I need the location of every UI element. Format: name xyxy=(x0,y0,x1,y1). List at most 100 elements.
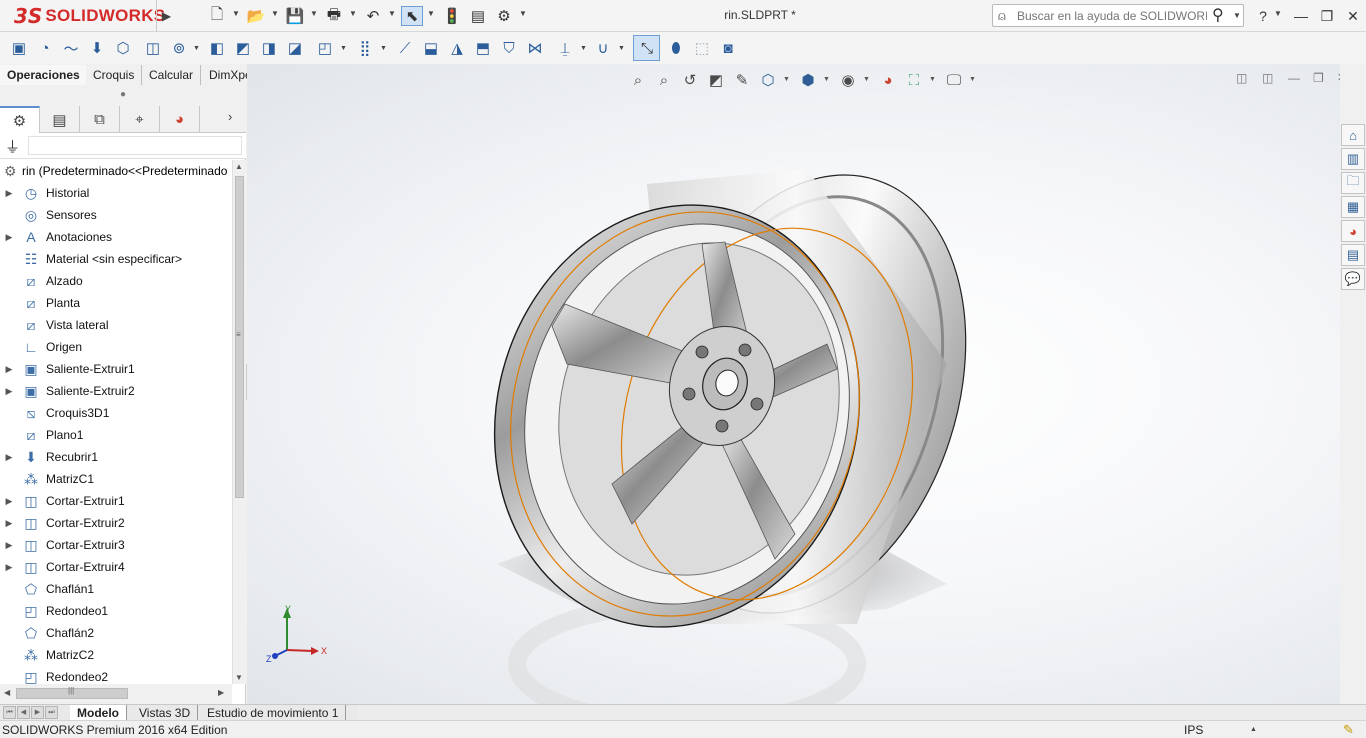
viewport-restore-left-icon[interactable]: ◫ xyxy=(1236,71,1247,85)
command-tab[interactable]: Calcular xyxy=(142,65,202,85)
3d-texture-icon[interactable]: ⬚ xyxy=(691,37,713,59)
tree-horizontal-scrollbar[interactable]: ◀ ||| ▶ xyxy=(0,684,232,704)
expand-arrow-icon[interactable]: ▶ xyxy=(0,188,18,199)
hole-dropdown-icon[interactable]: ▼ xyxy=(193,45,200,52)
featuremanager-tab-icon[interactable]: ⚙ xyxy=(0,106,40,133)
expand-arrow-icon[interactable]: ▶ xyxy=(0,452,18,463)
expand-arrow-icon[interactable]: ▶ xyxy=(0,518,18,529)
units-dropdown-icon[interactable]: ▲ xyxy=(1250,726,1257,733)
menu-expand-arrow-icon[interactable]: ▶ xyxy=(156,0,176,32)
feature-tree-item[interactable]: ⬠ Chaflán2 xyxy=(0,622,232,644)
scroll-left-icon[interactable]: ◀ xyxy=(4,688,10,697)
apply-scene-icon[interactable]: ⛶ xyxy=(903,70,925,90)
fillet-icon[interactable]: ◰ xyxy=(314,37,336,59)
custom-properties-icon[interactable]: ▤ xyxy=(1341,244,1365,266)
feature-tree-item[interactable]: ◰ Redondeo1 xyxy=(0,600,232,622)
display-style-dropdown-icon[interactable]: ▼ xyxy=(823,76,830,83)
expand-arrow-icon[interactable]: ▶ xyxy=(0,232,18,243)
help-search-input[interactable] xyxy=(1017,7,1207,24)
feature-tree-item[interactable]: ▶ A Anotaciones xyxy=(0,226,232,248)
propertymanager-tab-icon[interactable]: ▤ xyxy=(40,106,80,133)
curves-dropdown-icon[interactable]: ▼ xyxy=(618,45,625,52)
feature-tree-item[interactable]: ▶ ◫ Cortar-Extruir2 xyxy=(0,512,232,534)
intersect-icon[interactable]: ⬒ xyxy=(472,37,494,59)
graphics-area[interactable]: ⌕ ⌕ ↺ ◩ ✎ ⬡ ▼ ⬢ ▼ ◉ ▼ ◕ ⛶ ▼ 🖵 ▼ ◫ ◫ — ❐ … xyxy=(247,64,1340,704)
revolve-boss-icon[interactable]: ◔ xyxy=(34,37,56,59)
open-dropdown-icon[interactable]: ▼ xyxy=(271,9,279,18)
fillet-dropdown-icon[interactable]: ▼ xyxy=(340,45,347,52)
file-explorer-icon[interactable]: 🗀 xyxy=(1341,172,1365,194)
undo-dropdown-icon[interactable]: ▼ xyxy=(388,9,396,18)
viewport-maximize-icon[interactable]: ❐ xyxy=(1313,71,1324,85)
feature-tree-item[interactable]: ▶ ◫ Cortar-Extruir4 xyxy=(0,556,232,578)
search-dropdown-icon[interactable]: ▼ xyxy=(1233,11,1241,20)
options-gear-icon[interactable]: ⚙ xyxy=(493,6,515,26)
boundary-boss-icon[interactable]: ⬡ xyxy=(112,37,134,59)
apply-scene-dropdown-icon[interactable]: ▼ xyxy=(929,76,936,83)
boundary-cut-icon[interactable]: ◪ xyxy=(284,37,306,59)
new-document-icon[interactable]: 🗋 xyxy=(206,6,228,26)
feature-tree-item[interactable]: ⧄ Planta xyxy=(0,292,232,314)
rib-icon[interactable]: ⟋ xyxy=(394,37,416,59)
freeform-icon[interactable]: ◙ xyxy=(717,37,739,59)
expand-arrow-icon[interactable]: ▶ xyxy=(0,364,18,375)
open-folder-icon[interactable]: 📂 xyxy=(245,6,267,26)
expand-arrow-icon[interactable]: ▶ xyxy=(0,562,18,573)
zoom-to-fit-icon[interactable]: ⌕ xyxy=(627,70,649,90)
hide-show-items-icon[interactable]: ◉ xyxy=(837,70,859,90)
save-icon[interactable]: 💾 xyxy=(284,6,306,26)
rebuild-status-icon[interactable]: ✎ xyxy=(1343,722,1354,738)
configurationmanager-tab-icon[interactable]: ⧉ xyxy=(80,106,120,133)
loft-boss-icon[interactable]: ⬇ xyxy=(86,37,108,59)
help-search-box[interactable]: ⍝ ⚲ ▼ xyxy=(992,4,1244,27)
forum-icon[interactable]: 💬 xyxy=(1341,268,1365,290)
command-tab[interactable]: Croquis xyxy=(86,65,143,85)
design-library-icon[interactable]: ▥ xyxy=(1341,148,1365,170)
feature-tree-item[interactable]: ▶ ◫ Cortar-Extruir3 xyxy=(0,534,232,556)
select-dropdown-icon[interactable]: ▼ xyxy=(427,9,435,18)
linear-pattern-icon[interactable]: ⣿ xyxy=(354,37,376,59)
tree-filter-field[interactable] xyxy=(28,136,242,155)
search-icon[interactable]: ⚲ xyxy=(1212,5,1224,25)
appearances-scenes-icon[interactable]: ◕ xyxy=(1341,220,1365,242)
wheel-rim-model[interactable] xyxy=(247,64,1340,704)
zoom-to-area-icon[interactable]: ⌕ xyxy=(653,70,675,90)
minimize-window-icon[interactable]: — xyxy=(1290,6,1312,26)
dynamic-annotation-icon[interactable]: ✎ xyxy=(731,70,753,90)
reference-geometry-icon[interactable]: ⍊ xyxy=(554,37,576,59)
curves-icon[interactable]: ∪ xyxy=(592,37,614,59)
feature-tree-item[interactable]: ▶ ▣ Saliente-Extruir1 xyxy=(0,358,232,380)
command-tab[interactable]: Operaciones xyxy=(0,65,88,85)
extrude-boss-icon[interactable]: ▣ xyxy=(8,37,30,59)
print-icon[interactable]: 🖶 xyxy=(323,6,345,26)
mirror-icon[interactable]: ⋈ xyxy=(524,37,546,59)
hide-show-dropdown-icon[interactable]: ▼ xyxy=(863,76,870,83)
shell-icon[interactable]: ⛉ xyxy=(498,37,520,59)
displaymanager-tab-icon[interactable]: ◕ xyxy=(160,106,200,133)
bottom-tab[interactable]: Vistas 3D xyxy=(132,705,199,721)
restore-window-icon[interactable]: ❐ xyxy=(1316,6,1338,26)
loft-cut-icon[interactable]: ◨ xyxy=(258,37,280,59)
bottom-tab[interactable]: Modelo xyxy=(70,705,127,721)
previous-view-icon[interactable]: ↺ xyxy=(679,70,701,90)
solidworks-logo[interactable]: 3S SOLIDWORKS xyxy=(14,4,165,28)
rebuild-traffic-light-icon[interactable]: 🚦 xyxy=(441,6,463,26)
draft-icon[interactable]: ◮ xyxy=(446,37,468,59)
dimxpertmanager-tab-icon[interactable]: ⌖ xyxy=(120,106,160,133)
file-properties-icon[interactable]: ▤ xyxy=(467,6,489,26)
new-dropdown-icon[interactable]: ▼ xyxy=(232,9,240,18)
section-view-icon[interactable]: ◩ xyxy=(705,70,727,90)
sweep-boss-icon[interactable]: 〜 xyxy=(60,37,82,59)
tab-first-icon[interactable]: ⏮ xyxy=(3,706,16,719)
feature-tree-item[interactable]: ◎ Sensores xyxy=(0,204,232,226)
feature-tree-item[interactable]: ⁂ MatrizC2 xyxy=(0,644,232,666)
select-arrow-icon[interactable]: ⬉ xyxy=(401,6,423,26)
more-tabs-arrow-icon[interactable]: › xyxy=(228,109,232,124)
feature-tree-item[interactable]: ▶ ⬇ Recubrir1 xyxy=(0,446,232,468)
feature-tree-item[interactable]: ⧄ Alzado xyxy=(0,270,232,292)
undo-icon[interactable]: ↶ xyxy=(362,6,384,26)
options-dropdown-icon[interactable]: ▼ xyxy=(519,9,527,18)
pattern-dropdown-icon[interactable]: ▼ xyxy=(380,45,387,52)
feature-tree-item[interactable]: ⧅ Croquis3D1 xyxy=(0,402,232,424)
edit-appearance-icon[interactable]: ◕ xyxy=(877,70,899,90)
